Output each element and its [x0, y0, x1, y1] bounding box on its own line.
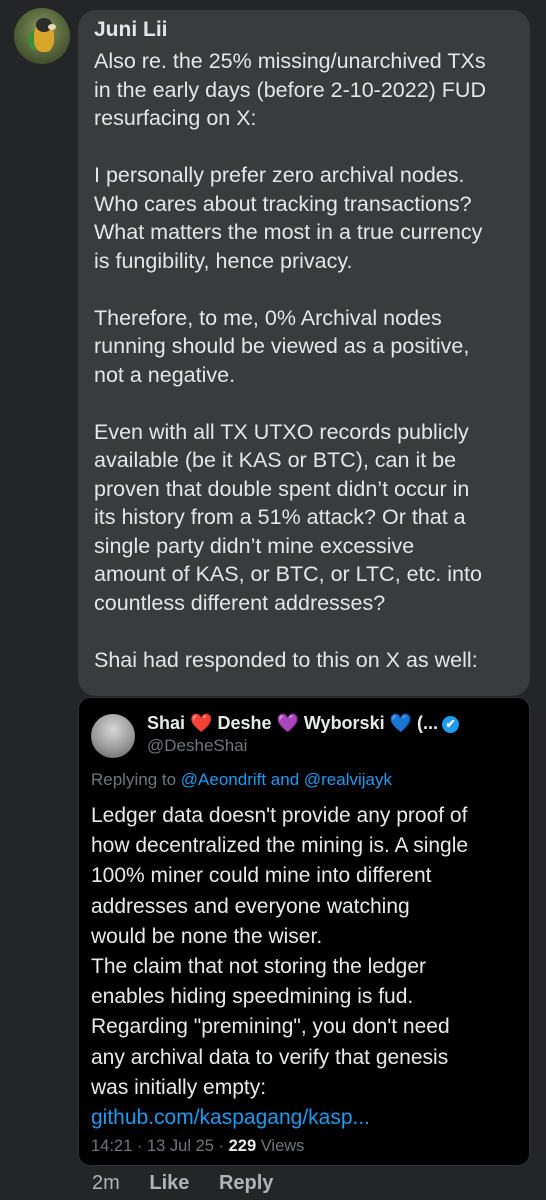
comment-line: Therefore, to me, 0% Archival nodes	[94, 305, 442, 330]
tweet-avatar	[91, 714, 135, 758]
tweet-line: The claim that not storing the ledger	[91, 955, 427, 979]
tweet-line: any archival data to verify that genesis	[91, 1045, 449, 1069]
blue-heart-icon: 💙	[389, 713, 413, 733]
replying-users: @Aeondrift and @realvijayk	[180, 770, 393, 789]
comment-line: Who cares about tracking transactions?	[94, 191, 472, 216]
comment-actions: 2m Like Reply	[92, 1172, 297, 1195]
comment-time-ago[interactable]: 2m	[92, 1172, 120, 1194]
tweet-line: would be none the wiser.	[91, 924, 323, 948]
replying-prefix: Replying to	[91, 770, 181, 789]
comment-line: is fungibility, hence privacy.	[94, 248, 353, 273]
comment-line: single party didn’t mine excessive	[94, 533, 415, 558]
tweet-line: how decentralized the mining is. A singl…	[91, 834, 469, 858]
purple-heart-icon: 💜	[276, 713, 299, 733]
tweet-line: addresses and everyone watching	[91, 894, 410, 918]
comment-line: countless different addresses?	[94, 590, 386, 615]
tweet-display-name: Shai ❤️ Deshe 💜 Wyborski 💙 (... ✔	[147, 713, 460, 734]
comment-line: Also re. the 25% missing/unarchived TXs	[94, 49, 486, 73]
comment-line: running should be viewed as a positive,	[94, 334, 470, 358]
comment-author[interactable]: Juni Lii	[94, 18, 168, 42]
comment-line: What matters the most in a true currency	[94, 220, 483, 244]
comment-line: available (be it KAS or BTC), can it be	[94, 448, 457, 472]
tweet-replying-to: Replying to @Aeondrift and @realvijayk	[91, 770, 392, 790]
comment-line: Even with all TX UTXO records publicly	[94, 419, 469, 444]
comment-line: proven that double spent didn’t occur in	[94, 476, 470, 501]
tweet-handle: @DesheShai	[147, 736, 248, 755]
comment-line: not a negative.	[94, 362, 236, 387]
tweet-body: Ledger data doesn't provide any proof of…	[91, 801, 523, 1133]
tweet-name-part: Wyborski	[298, 713, 390, 733]
tweet-views-label: Views	[256, 1137, 305, 1155]
like-button[interactable]: Like	[149, 1172, 189, 1194]
avatar[interactable]	[14, 8, 70, 64]
tweet-name-part: Shai	[147, 713, 191, 733]
comment-text: Also re. the 25% missing/unarchived TXs …	[94, 47, 524, 674]
bird-beak	[48, 24, 56, 30]
comment-line: resurfacing on X:	[94, 106, 257, 130]
reply-button[interactable]: Reply	[219, 1172, 273, 1194]
comment-line: amount of KAS, or BTC, or LTC, etc. into	[94, 562, 482, 586]
tweet-meta: 14:21 · 13 Jul 25 · 229 Views	[91, 1137, 304, 1156]
comment-line: I personally prefer zero archival nodes.	[94, 163, 465, 187]
verified-badge-icon: ✔	[442, 716, 460, 733]
tweet-line: was initially empty:	[91, 1075, 267, 1099]
tweet-time: 14:21 · 13 Jul 25 ·	[91, 1137, 229, 1155]
red-heart-icon: ❤️	[190, 713, 213, 733]
tweet-line: Regarding "premining", you don't need	[91, 1015, 450, 1039]
tweet-link: github.com/kaspagang/kasp...	[91, 1106, 371, 1130]
tweet-views-count: 229	[228, 1137, 257, 1155]
tweet-line: Ledger data doesn't provide any proof of	[91, 804, 468, 827]
tweet-name-part: (...	[412, 713, 439, 733]
comment-line: its history from a 51% attack? Or that a	[94, 505, 466, 529]
tweet-name-part: Deshe	[212, 713, 277, 733]
tweet-line: 100% miner could mine into different	[91, 864, 432, 888]
comment-line: in the early days (before 2-10-2022) FUD	[94, 77, 486, 102]
comment-line: Shai had responded to this on X as well:	[94, 647, 478, 672]
tweet-line: enables hiding speedmining is fud.	[91, 985, 414, 1009]
